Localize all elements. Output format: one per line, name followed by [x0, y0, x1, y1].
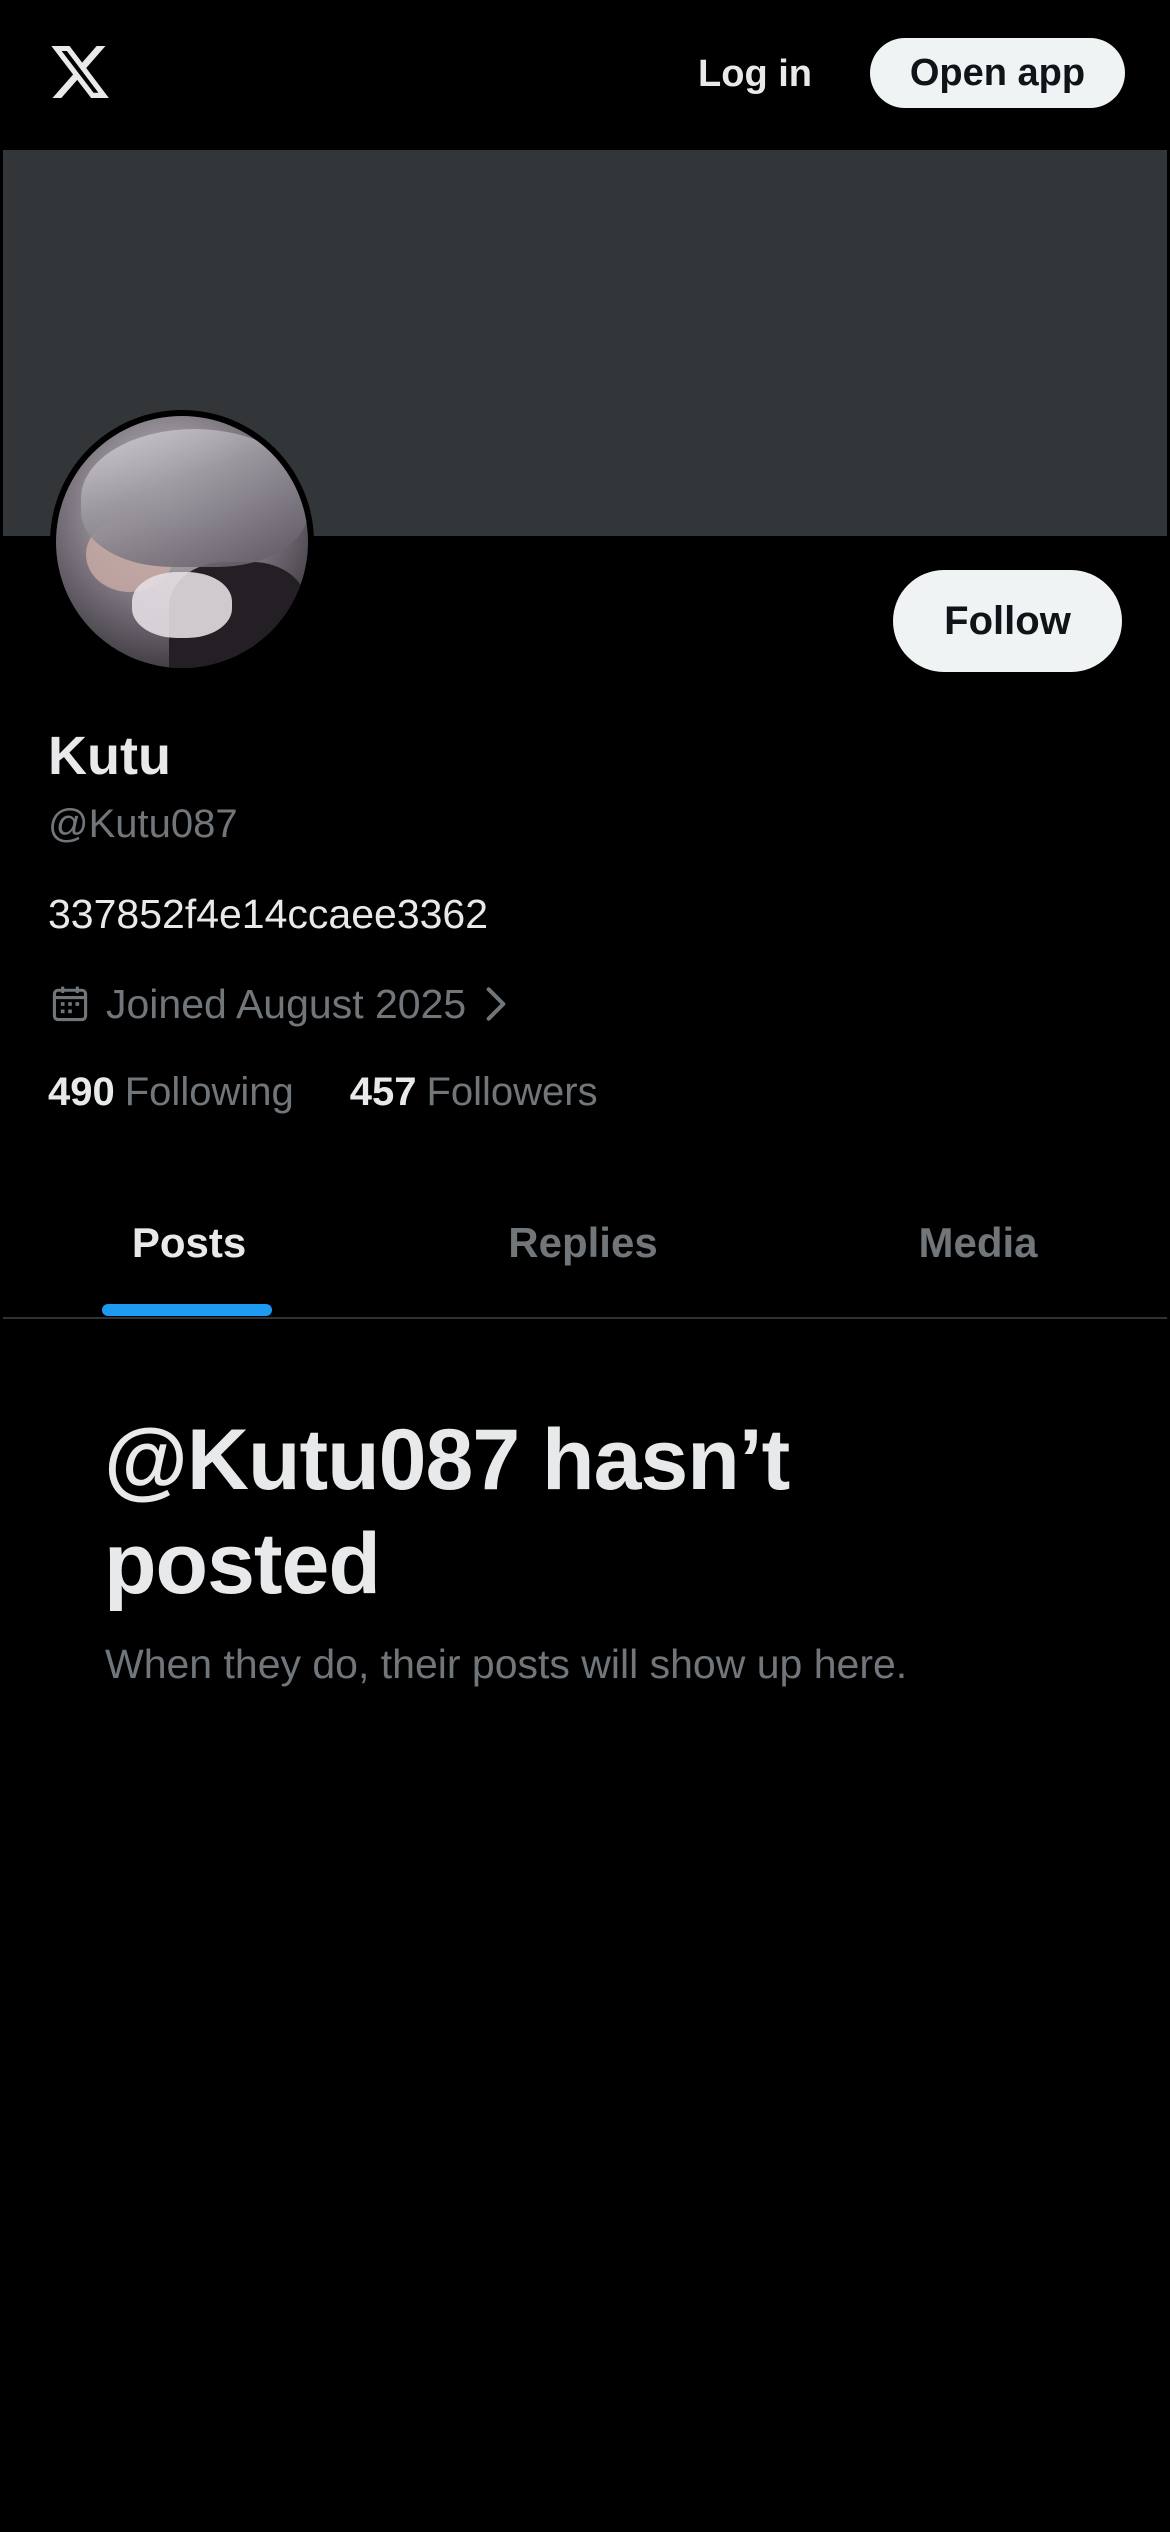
calendar-icon: [52, 986, 88, 1022]
joined-date[interactable]: Joined August 2025: [48, 976, 514, 1032]
followers-label: Followers: [426, 1070, 598, 1114]
empty-state-subtitle: When they do, their posts will show up h…: [105, 1641, 908, 1687]
chevron-right-icon: [486, 987, 506, 1021]
following-count: 490: [48, 1070, 115, 1114]
avatar[interactable]: [50, 410, 314, 674]
followers-stat[interactable]: 457 Followers: [350, 1064, 598, 1120]
joined-label: Joined August 2025: [106, 981, 467, 1027]
open-app-button[interactable]: Open app: [870, 38, 1125, 108]
following-label: Following: [124, 1070, 294, 1114]
follow-button[interactable]: Follow: [893, 570, 1122, 672]
tab-divider: [3, 1317, 1167, 1319]
tab-media[interactable]: Media: [783, 1170, 1170, 1316]
followers-count: 457: [349, 1070, 417, 1114]
user-handle: @Kutu087: [48, 802, 238, 846]
avatar-photo: [56, 416, 308, 668]
profile-bio: 337852f4e14ccaee3362: [48, 891, 489, 937]
x-logo-icon[interactable]: [48, 40, 112, 104]
following-stat[interactable]: 490 Following: [48, 1064, 294, 1120]
active-tab-indicator: [102, 1304, 272, 1316]
empty-state-title: @Kutu087 hasn’t posted: [104, 1412, 790, 1612]
profile-tabs: Posts Replies Media: [3, 1170, 1167, 1318]
tab-replies[interactable]: Replies: [389, 1170, 777, 1316]
follow-stats: 490 Following 457 Followers: [48, 1064, 654, 1120]
login-link[interactable]: Log in: [690, 38, 820, 110]
display-name: Kutu: [48, 726, 171, 786]
top-bar: Log in Open app: [0, 0, 1170, 148]
tab-posts[interactable]: Posts: [3, 1170, 375, 1316]
